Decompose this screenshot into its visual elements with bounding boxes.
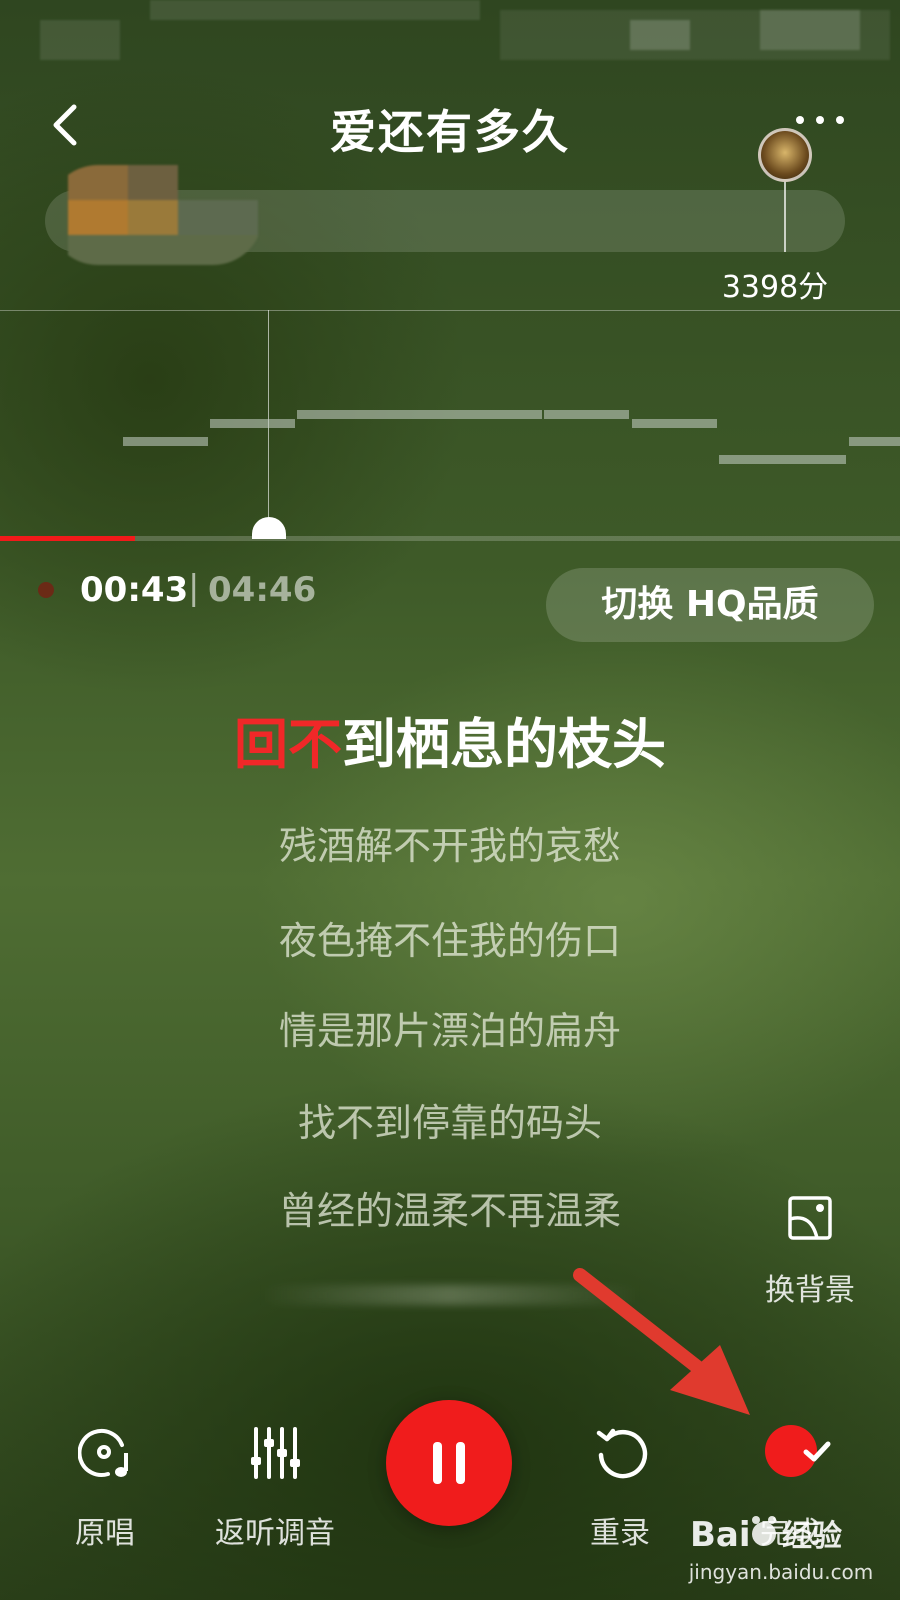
pitch-area-top-divider <box>0 310 900 311</box>
playback-tuning-button[interactable]: 返听调音 <box>210 1425 340 1551</box>
baidu-logo-icon: Bai 经验 <box>690 1515 842 1555</box>
lyric-sung-part: 回不 <box>234 713 342 776</box>
progress-fill <box>0 536 135 541</box>
annotation-arrow-icon <box>573 1268 750 1415</box>
total-time: 04:46 <box>208 570 317 610</box>
done-circle <box>765 1425 831 1477</box>
pitch-note <box>123 437 208 446</box>
baidu-watermark: Bai 经验 jingyan.baidu.com <box>686 1508 876 1588</box>
original-vocal-label: 原唱 <box>75 1516 135 1551</box>
pixelated-status-area <box>0 0 900 80</box>
pixelated-user-avatar <box>48 165 263 265</box>
watermark-url: jingyan.baidu.com <box>688 1560 874 1584</box>
check-icon <box>803 1441 831 1462</box>
svg-text:经验: 经验 <box>782 1519 842 1554</box>
pitch-note <box>632 419 717 428</box>
disc-music-icon <box>78 1428 128 1477</box>
pitch-cursor-handle <box>252 517 286 539</box>
recording-indicator <box>38 582 54 598</box>
lyric-line: 找不到停靠的码头 <box>297 1101 602 1145</box>
pitch-note <box>849 437 900 446</box>
switch-hq-quality-button[interactable]: 切换 HQ品质 <box>546 568 874 642</box>
lyric-line: 情是那片漂泊的扁舟 <box>278 1009 621 1053</box>
lyric-unsung-part: 到栖息的枝头 <box>342 713 666 776</box>
pitch-note <box>297 410 542 419</box>
change-background-label: 换背景 <box>765 1273 855 1308</box>
image-frame-icon <box>788 1196 832 1240</box>
pause-button[interactable] <box>386 1400 512 1526</box>
playback-tuning-label: 返听调音 <box>215 1516 335 1551</box>
rerecord-label: 重录 <box>590 1516 650 1551</box>
rerecord-button[interactable]: 重录 <box>575 1425 665 1551</box>
score-marker-line <box>784 180 786 252</box>
sliders-icon <box>251 1427 300 1479</box>
progress-track[interactable] <box>0 536 900 541</box>
score-value: 3398分 <box>721 270 829 305</box>
pitch-note <box>719 455 846 464</box>
original-vocal-button[interactable]: 原唱 <box>60 1425 150 1551</box>
current-time: 00:43 <box>80 570 189 610</box>
lyric-line: 夜色掩不住我的伤口 <box>278 919 621 963</box>
time-separator: | <box>188 568 200 608</box>
svg-text:Bai: Bai <box>690 1515 751 1555</box>
pitch-note <box>210 419 295 428</box>
change-background-button[interactable]: 换背景 <box>755 1195 865 1308</box>
lyric-line: 残酒解不开我的哀愁 <box>278 824 621 868</box>
pitch-note <box>544 410 629 419</box>
current-lyric-line: 回不到栖息的枝头 <box>0 700 900 779</box>
singer-avatar <box>758 128 812 182</box>
